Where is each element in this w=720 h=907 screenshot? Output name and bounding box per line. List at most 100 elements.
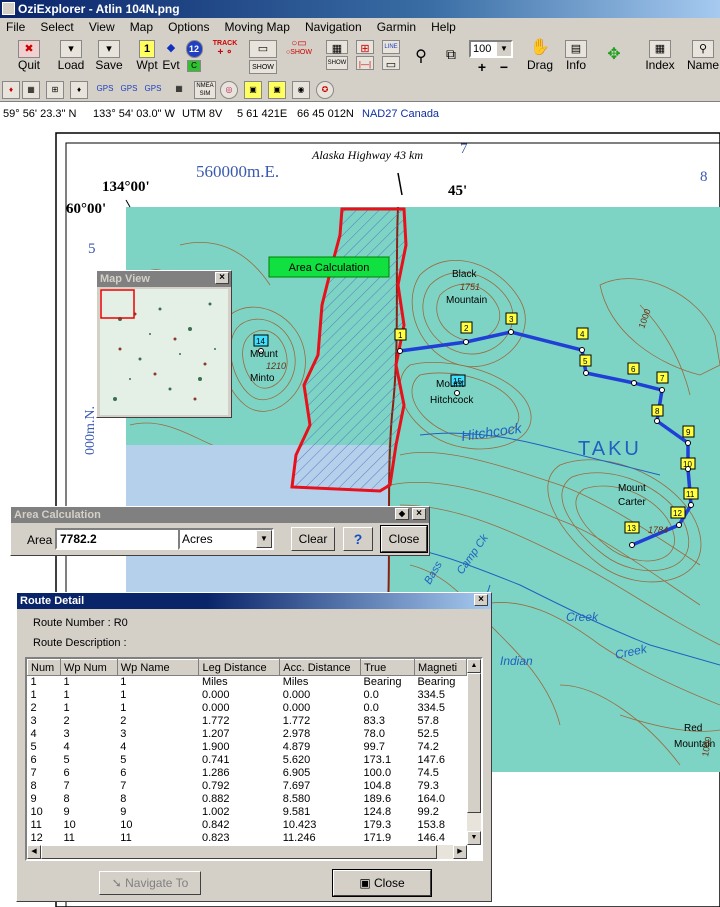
nmea-sim-icon[interactable]: NMEA SIM: [194, 81, 216, 99]
menu-file[interactable]: File: [0, 18, 31, 36]
scroll-down-button[interactable]: ▼: [467, 831, 481, 845]
navigate-to-button[interactable]: ➘ Navigate To: [99, 871, 201, 895]
track-button[interactable]: TRACK + ∘: [208, 40, 242, 58]
drag-button[interactable]: ✋ Drag: [524, 38, 556, 73]
name-button[interactable]: ⚲ Name: [686, 38, 720, 72]
waypoint-10[interactable]: 10: [680, 457, 696, 472]
col-magnetic[interactable]: Magneti: [413, 659, 468, 676]
gps-route-icon[interactable]: ⊞: [46, 81, 64, 99]
menu-view[interactable]: View: [83, 18, 121, 36]
vertical-scroll-thumb[interactable]: [467, 673, 481, 813]
index-button[interactable]: ▦ Index: [642, 38, 678, 72]
menu-moving-map[interactable]: Moving Map: [219, 18, 296, 36]
table-row[interactable]: 12 11 11 0.823 11.246 171.9 146.4: [28, 832, 467, 845]
gps-wpt-icon[interactable]: ♦: [2, 81, 20, 99]
stop-marker-icon[interactable]: ◉: [292, 81, 310, 99]
clear-button[interactable]: Clear: [291, 527, 335, 551]
table-row[interactable]: 1 1 1 0.000 0.000 0.0 334.5: [28, 689, 467, 702]
table-row[interactable]: 7 6 6 1.286 6.905 100.0 74.5: [28, 767, 467, 780]
scroll-up-button[interactable]: ▲: [467, 659, 481, 673]
zoom-out-button[interactable]: −: [496, 60, 512, 74]
save-button[interactable]: ▾ Save: [92, 38, 126, 72]
windows-icon: ⧉: [446, 46, 456, 62]
show-points-button[interactable]: ○▭ ○SHOW: [284, 38, 314, 56]
line-button[interactable]: LINE ▭: [380, 38, 402, 71]
gps-sync-icon[interactable]: GPS: [144, 81, 162, 99]
col-wp-name[interactable]: Wp Name: [116, 659, 200, 676]
scroll-left-button[interactable]: ◀: [27, 845, 41, 859]
gps-evt-icon[interactable]: ♦: [70, 81, 88, 99]
show-track-button[interactable]: ▭ SHOW: [246, 38, 280, 74]
show-route-button[interactable]: ▦ SHOW: [324, 38, 350, 70]
svg-text:8: 8: [655, 407, 660, 416]
help-button[interactable]: ?: [343, 527, 373, 551]
event-button[interactable]: ◆ Evt: [158, 38, 184, 72]
target-icon[interactable]: ◎: [220, 81, 238, 99]
table-row[interactable]: 3 2 2 1.772 1.772 83.3 57.8: [28, 715, 467, 728]
table-row[interactable]: 1 1 1 Miles Miles Bearing Bearing: [28, 676, 467, 690]
menu-map[interactable]: Map: [124, 18, 159, 36]
info-button[interactable]: ▤ Info: [560, 38, 592, 72]
menu-garmin[interactable]: Garmin: [371, 18, 422, 36]
map-view-thumbnail[interactable]: [100, 289, 228, 415]
route-detail-title-bar[interactable]: Route Detail ×: [17, 593, 491, 609]
gps-upload-icon[interactable]: GPS: [96, 81, 114, 99]
gps-track-icon[interactable]: ▦: [22, 81, 40, 99]
horizontal-scroll-thumb[interactable]: [41, 845, 437, 859]
col-leg-distance[interactable]: Leg Distance: [198, 659, 281, 676]
route-close-button[interactable]: ▣ Close: [332, 869, 432, 897]
table-row[interactable]: 9 8 8 0.882 8.580 189.6 164.0: [28, 793, 467, 806]
horizontal-scrollbar[interactable]: ◀ ▶: [27, 845, 467, 859]
yellow-marker-icon[interactable]: ▣: [244, 81, 262, 99]
lifebuoy-icon[interactable]: ✪: [316, 81, 334, 99]
quit-button[interactable]: ✖ Quit: [12, 38, 46, 72]
vertical-scrollbar[interactable]: ▲ ▼: [467, 659, 481, 845]
menu-select[interactable]: Select: [34, 18, 79, 36]
area-close-button[interactable]: Close: [380, 525, 428, 553]
move-map-button[interactable]: ✥: [596, 38, 632, 72]
area-calculation-dialog[interactable]: Area Calculation ◆ × Area 7782.2 Acres ▼…: [10, 506, 430, 556]
table-row[interactable]: 10 9 9 1.002 9.581 124.8 99.2: [28, 806, 467, 819]
col-num[interactable]: Num: [27, 659, 61, 676]
area-dialog-pin-button[interactable]: ◆: [395, 508, 409, 520]
menu-help[interactable]: Help: [425, 18, 462, 36]
col-true[interactable]: True: [360, 659, 415, 676]
table-row[interactable]: 8 7 7 0.792 7.697 104.8 79.3: [28, 780, 467, 793]
map-view-window[interactable]: Map View ×: [96, 270, 232, 418]
table-row[interactable]: 2 1 1 0.000 0.000 0.0 334.5: [28, 702, 467, 715]
zoom-select[interactable]: 100 ▼: [469, 40, 513, 58]
position-icon[interactable]: ▦: [170, 81, 188, 99]
area-dialog-close-x-button[interactable]: ×: [412, 508, 426, 520]
table-row[interactable]: 6 5 5 0.741 5.620 173.1 147.6: [28, 754, 467, 767]
gps-download-icon[interactable]: GPS: [120, 81, 138, 99]
utm-zone-readout: UTM 8V: [182, 108, 223, 120]
route-edit-button[interactable]: ⊞ |—|: [354, 38, 376, 70]
route-table[interactable]: Num Wp Num Wp Name Leg Distance Acc. Dis…: [25, 657, 483, 861]
table-row[interactable]: 5 4 4 1.900 4.879 99.7 74.2: [28, 741, 467, 754]
waypoint-button[interactable]: 1 Wpt: [134, 38, 160, 72]
area-value-field[interactable]: 7782.2: [55, 528, 181, 550]
map-view-close-button[interactable]: ×: [215, 272, 229, 284]
map-view-title-bar[interactable]: Map View ×: [97, 271, 231, 287]
yellow-square-icon[interactable]: ▣: [268, 81, 286, 99]
place-mount-minto-2: Minto: [250, 373, 275, 384]
quit-icon: ✖: [18, 40, 40, 58]
route-detail-window[interactable]: Route Detail × Route Number : R0 Route D…: [16, 592, 492, 902]
route-detail-close-x-button[interactable]: ×: [474, 594, 488, 606]
menu-options[interactable]: Options: [162, 18, 215, 36]
area-dialog-title-bar[interactable]: Area Calculation ◆ ×: [11, 507, 429, 523]
col-wp-num[interactable]: Wp Num: [59, 659, 118, 676]
menu-navigation[interactable]: Navigation: [299, 18, 368, 36]
window-button[interactable]: ⧉: [440, 46, 462, 63]
table-row[interactable]: 11 10 10 0.842 10.423 179.3 153.8: [28, 819, 467, 832]
scroll-right-button[interactable]: ▶: [453, 845, 467, 859]
col-acc-distance[interactable]: Acc. Distance: [279, 659, 362, 676]
zoom-in-button[interactable]: +: [474, 60, 490, 74]
load-button[interactable]: ▾ Load: [54, 38, 88, 72]
hand-icon: ✋: [530, 39, 550, 56]
find-button[interactable]: ⚲: [410, 46, 432, 66]
table-row[interactable]: 4 3 3 1.207 2.978 78.0 52.5: [28, 728, 467, 741]
area-units-select[interactable]: Acres ▼: [178, 528, 274, 550]
waypoint-icon: 1: [139, 40, 155, 58]
waypoint-number-button[interactable]: 12 C: [184, 38, 204, 72]
